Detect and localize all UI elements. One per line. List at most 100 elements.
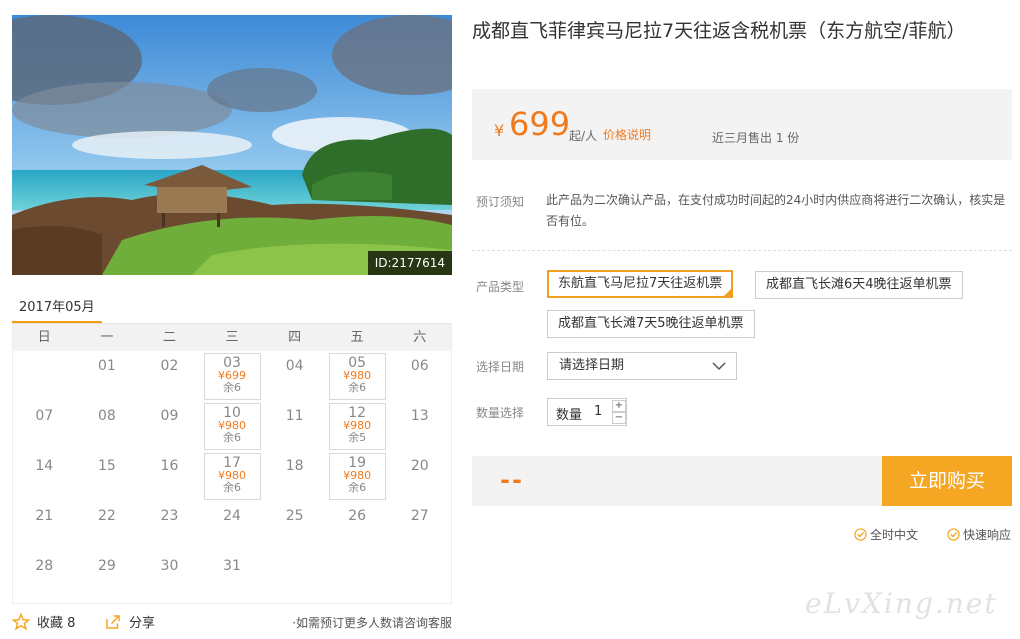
calendar-day: 28: [13, 551, 76, 601]
calendar-day-frame: [328, 353, 386, 400]
weekday-label: 四: [288, 330, 302, 345]
calendar-day-number: 29: [97, 558, 116, 574]
calendar-day-number: 13: [410, 408, 429, 424]
quantity-minus-button[interactable]: −: [612, 412, 626, 424]
product-type-option-3[interactable]: 成都直飞长滩7天5晚往返单机票: [547, 310, 755, 338]
calendar-day-number: 31: [223, 558, 241, 574]
price-currency: ¥: [494, 121, 505, 140]
calendar-day: 23: [138, 501, 201, 551]
calendar-day: 16: [138, 451, 201, 501]
guarantee-fast-response: 快速响应: [947, 526, 1011, 543]
quantity-value[interactable]: 1: [594, 404, 602, 419]
check-circle-icon: [854, 528, 867, 541]
calendar-day-available[interactable]: 17 ¥980 余6: [201, 451, 264, 501]
weekday-header: 日 一 二 三 四 五 六: [13, 324, 451, 351]
calendar-day-number: [326, 551, 389, 558]
calendar-day-number: 20: [410, 458, 429, 474]
calendar-day: 08: [76, 401, 139, 451]
weekday-label: 日: [37, 330, 51, 345]
calendar-day-number: 26: [348, 508, 367, 524]
share-button[interactable]: 分享: [104, 612, 155, 631]
calendar-day-frame: [328, 403, 386, 450]
calendar-day-frame: [203, 353, 261, 400]
product-type-option-label: 成都直飞长滩6天4晚往返单机票: [766, 277, 952, 292]
weekday-label: 二: [162, 330, 176, 345]
favorite-label: 收藏 8: [37, 616, 76, 631]
calendar-day-available[interactable]: 10 ¥980 余6: [201, 401, 264, 451]
calendar-day-number: 06: [410, 358, 429, 374]
section-divider: [472, 250, 1012, 251]
calendar-day-number: 15: [97, 458, 116, 474]
buy-now-button[interactable]: 立即购买: [882, 456, 1012, 506]
calendar-day-number: 11: [285, 408, 304, 424]
date-select-value: 请选择日期: [559, 358, 625, 373]
calendar-day-number: [13, 351, 76, 358]
product-type-label: 产品类型: [476, 280, 525, 294]
product-photo[interactable]: ID:2177614: [12, 15, 452, 275]
calendar-day-number: 22: [97, 508, 116, 524]
price-unit: 起/人: [569, 129, 598, 143]
calendar-day: 09: [138, 401, 201, 451]
calendar-day-number: 25: [285, 508, 304, 524]
calendar-day: [263, 551, 326, 601]
calendar-day-number: 07: [35, 408, 54, 424]
calendar-day: 13: [388, 401, 451, 451]
month-tab[interactable]: 2017年05月: [12, 290, 102, 324]
price-calendar: 日 一 二 三 四 五 六 01 02 03 ¥699 余6 04 05 ¥980 余6 06 07…: [12, 324, 452, 604]
weekday-label: 五: [350, 330, 364, 345]
date-label: 选择日期: [476, 360, 525, 374]
product-type-option-2[interactable]: 成都直飞长滩6天4晚往返单机票: [755, 271, 963, 299]
calendar-day: 31: [201, 551, 264, 601]
calendar-day: [326, 551, 389, 601]
check-circle-icon: [947, 528, 960, 541]
guarantee-label: 快速响应: [963, 528, 1012, 542]
product-type-option-1[interactable]: 东航直飞马尼拉7天往返机票: [547, 270, 734, 298]
price-box: ¥ 699 起/人 价格说明 近三月售出 1 份: [472, 89, 1012, 160]
calendar-day-number: 28: [35, 558, 54, 574]
site-watermark: eLvXing.net: [805, 587, 998, 620]
calendar-week-row: 14 15 16 17 ¥980 余6 18 19 ¥980 余6 20: [13, 451, 451, 501]
calendar-day-number: 24: [223, 508, 241, 524]
weekday-label: 一: [100, 330, 114, 345]
calendar-day-available[interactable]: 12 ¥980 余5: [326, 401, 389, 451]
calendar-day-available[interactable]: 19 ¥980 余6: [326, 451, 389, 501]
date-select[interactable]: 请选择日期: [547, 352, 737, 380]
calendar-day: 22: [76, 501, 139, 551]
notice-text: 此产品为二次确认产品，在支付成功时间起的24小时内供应商将进行二次确认，核实是否…: [546, 193, 1006, 228]
calendar-day-available[interactable]: 03 ¥699 余6: [201, 351, 264, 401]
calendar-day: 26: [326, 501, 389, 551]
calendar-day: 29: [76, 551, 139, 601]
calendar-week-row: 07 08 09 10 ¥980 余6 11 12 ¥980 余5 13: [13, 401, 451, 451]
calendar-day-number: 02: [160, 358, 179, 374]
calendar-day-frame: [203, 403, 261, 450]
calendar-day: 18: [263, 451, 326, 501]
calendar-day: 06: [388, 351, 451, 401]
calendar-day-number: 14: [35, 458, 54, 474]
quantity-label: 数量选择: [476, 406, 525, 420]
weekday-label: 三: [225, 330, 239, 345]
group-booking-note: ·如需预订更多人数请咨询客服: [292, 616, 452, 630]
calendar-day-available[interactable]: 05 ¥980 余6: [326, 351, 389, 401]
product-type-option-label: 成都直飞长滩7天5晚往返单机票: [558, 316, 744, 331]
quantity-plus-button[interactable]: +: [612, 400, 626, 412]
calendar-day: 30: [138, 551, 201, 601]
calendar-day-number: 21: [35, 508, 54, 524]
favorite-button[interactable]: 收藏 8: [12, 612, 75, 631]
share-label: 分享: [129, 616, 156, 631]
calendar-day: 24: [201, 501, 264, 551]
star-icon: [12, 612, 30, 630]
guarantee-chinese-service: 全时中文: [854, 526, 918, 543]
calendar-day: 27: [388, 501, 451, 551]
calendar-day: 07: [13, 401, 76, 451]
calendar-day-frame: [328, 453, 386, 500]
calendar-day-number: 16: [160, 458, 179, 474]
sold-count: 近三月售出 1 份: [712, 131, 800, 145]
photo-id-badge: ID:2177614: [367, 251, 452, 275]
beach-hut-photo: [12, 15, 452, 275]
chevron-down-icon: [712, 362, 726, 371]
price-detail-link[interactable]: 价格说明: [603, 126, 651, 143]
calendar-day-number: 04: [285, 358, 304, 374]
calendar-week-row: 21 22 23 24 25 26 27: [13, 501, 451, 551]
calendar-day: 11: [263, 401, 326, 451]
calendar-day-frame: [203, 453, 261, 500]
